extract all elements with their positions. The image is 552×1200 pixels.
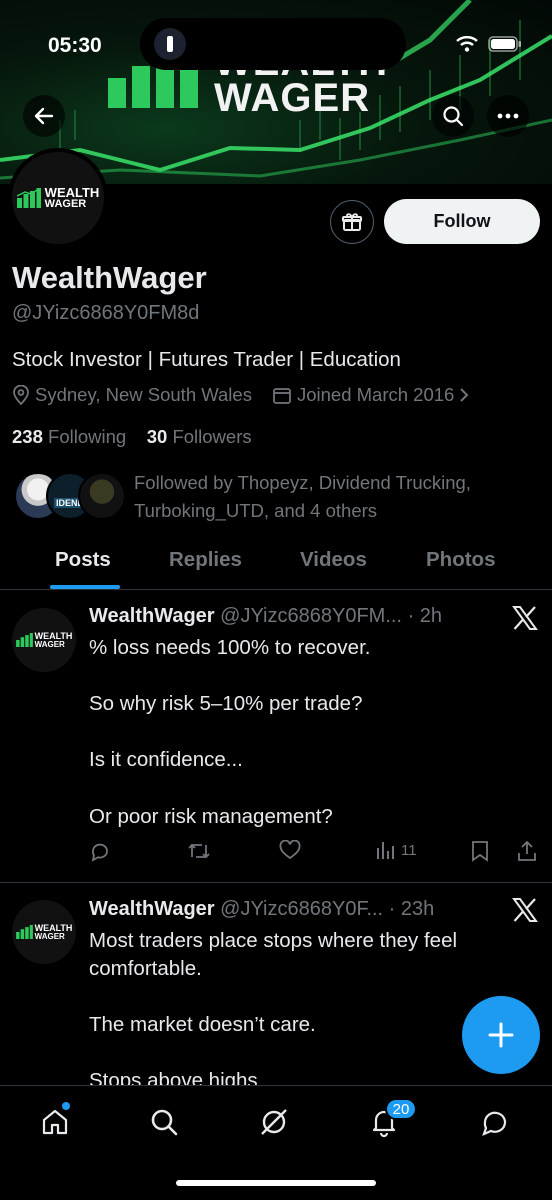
bar-chart-icon <box>377 842 394 859</box>
search-icon <box>151 1109 178 1136</box>
followed-by-line2: Turboking_UTD, and 4 others <box>134 500 378 521</box>
calendar-icon <box>273 388 291 404</box>
x-logo-icon <box>512 898 538 922</box>
share-icon <box>518 840 536 861</box>
repost-button[interactable] <box>187 840 211 862</box>
post-header: WealthWager @JYizc6868Y0FM... · 2h <box>89 605 442 628</box>
tab-videos[interactable]: Videos <box>300 548 367 572</box>
grok-icon <box>261 1109 287 1135</box>
follow-button[interactable]: Follow <box>384 199 540 244</box>
followed-by-avatars[interactable]: IDEND <box>14 472 126 522</box>
home-icon <box>42 1109 68 1135</box>
views-button[interactable]: 11 <box>375 840 417 860</box>
home-indicator <box>176 1180 376 1186</box>
notifications-badge: 20 <box>385 1098 417 1120</box>
flashlight-icon <box>154 28 186 60</box>
post-author-handle: @JYizc6868Y0F... <box>220 898 384 920</box>
status-indicators <box>456 36 522 52</box>
post-time: · 2h <box>407 605 443 627</box>
profile-meta: Sydney, New South Wales Joined March 201… <box>12 384 489 406</box>
brand-logo-bars-icon <box>16 188 41 208</box>
active-tab-indicator <box>50 585 120 589</box>
post-text-line: The market doesn’t care. <box>89 1013 316 1036</box>
like-button[interactable] <box>279 840 301 860</box>
post-avatar-logo-line2: WAGER <box>34 931 65 941</box>
compose-post-button[interactable] <box>462 996 540 1074</box>
banner-brand-bottom: WAGER <box>214 76 371 120</box>
followed-by-text[interactable]: Followed by Thopeyz, Dividend Trucking, … <box>134 469 534 525</box>
home-unread-dot <box>62 1102 70 1110</box>
reply-icon <box>91 843 108 862</box>
nav-search[interactable] <box>144 1104 184 1140</box>
status-time: 05:30 <box>48 34 102 57</box>
followers-link[interactable]: 30 Followers <box>147 426 252 447</box>
post-divider <box>0 882 552 883</box>
post-header: WealthWager @JYizc6868Y0F... · 23h <box>89 898 434 921</box>
post-text-line: So why risk 5–10% per trade? <box>89 692 363 715</box>
post-author-avatar[interactable]: WEALTH WAGER <box>12 608 76 672</box>
back-button[interactable] <box>23 95 65 137</box>
followers-count: 30 <box>146 426 168 447</box>
joined-date-link[interactable]: Joined March 2016 <box>272 384 469 406</box>
share-button[interactable] <box>517 840 537 862</box>
nav-home[interactable] <box>35 1104 75 1140</box>
location-pin-icon <box>13 385 29 405</box>
post-text-line: Is it confidence... <box>89 748 243 771</box>
dynamic-island <box>140 18 406 70</box>
post-text-line: % loss needs 100% to recover. <box>89 636 371 659</box>
post-author-handle: @JYizc6868Y0FM... <box>220 605 402 627</box>
post-avatar-logo-line2: WAGER <box>34 639 65 649</box>
post-text-line: Or poor risk management? <box>89 805 333 828</box>
battery-icon <box>488 36 521 52</box>
post-time: · 23h <box>388 898 435 920</box>
post-text-line: comfortable. <box>89 957 202 980</box>
profile-handle: @JYizc6868Y0FM8d <box>12 302 200 324</box>
wifi-icon <box>456 36 478 52</box>
followed-by-line1: Followed by Thopeyz, Dividend Trucking, <box>134 472 471 493</box>
follower-avatar-3 <box>78 472 126 520</box>
following-label: Following <box>48 426 127 447</box>
chevron-right-icon <box>460 388 469 402</box>
profile-location: Sydney, New South Wales <box>35 384 252 405</box>
views-count: 11 <box>401 841 417 859</box>
search-button[interactable] <box>432 95 474 137</box>
arrow-left-icon <box>34 107 54 125</box>
profile-tabs: Posts Replies Videos Photos <box>0 540 552 590</box>
profile-joined: Joined March 2016 <box>296 384 455 405</box>
plus-icon <box>488 1022 514 1048</box>
following-count: 238 <box>12 426 43 447</box>
profile-avatar[interactable]: WEALTH WAGER <box>8 148 108 248</box>
heart-icon <box>279 840 301 860</box>
avatar-logo-line2: WAGER <box>44 198 87 210</box>
reply-button[interactable] <box>89 840 111 862</box>
post-actions: 11 <box>89 840 541 866</box>
followers-label: Followers <box>172 426 252 447</box>
gift-icon <box>342 213 362 231</box>
more-options-button[interactable] <box>487 95 529 137</box>
nav-grok[interactable] <box>254 1104 294 1140</box>
follow-counts: 238 Following 30 Followers <box>12 426 252 448</box>
profile-name: WealthWager <box>12 260 207 295</box>
bookmark-button[interactable] <box>471 840 489 862</box>
nav-messages[interactable] <box>475 1104 515 1140</box>
chat-bubble-icon <box>482 1111 507 1136</box>
following-link[interactable]: 238 Following <box>12 426 126 447</box>
tab-photos[interactable]: Photos <box>426 548 495 572</box>
gift-button[interactable] <box>330 200 374 244</box>
more-horizontal-icon <box>497 113 519 119</box>
tab-posts[interactable]: Posts <box>55 548 111 572</box>
tab-replies[interactable]: Replies <box>169 548 242 572</box>
x-logo-icon <box>512 606 538 630</box>
bookmark-icon <box>472 841 488 862</box>
brand-logo-bars-icon <box>15 925 33 939</box>
search-icon <box>443 106 464 127</box>
brand-logo-bars-icon <box>15 633 33 647</box>
post-text-line: Most traders place stops where they feel <box>89 929 458 952</box>
post-author-avatar[interactable]: WEALTH WAGER <box>12 900 76 964</box>
profile-bio: Stock Investor | Futures Trader | Educat… <box>12 348 401 371</box>
post-author-name[interactable]: WealthWager <box>89 898 215 920</box>
post-author-name[interactable]: WealthWager <box>89 605 215 627</box>
repost-icon <box>188 843 210 859</box>
